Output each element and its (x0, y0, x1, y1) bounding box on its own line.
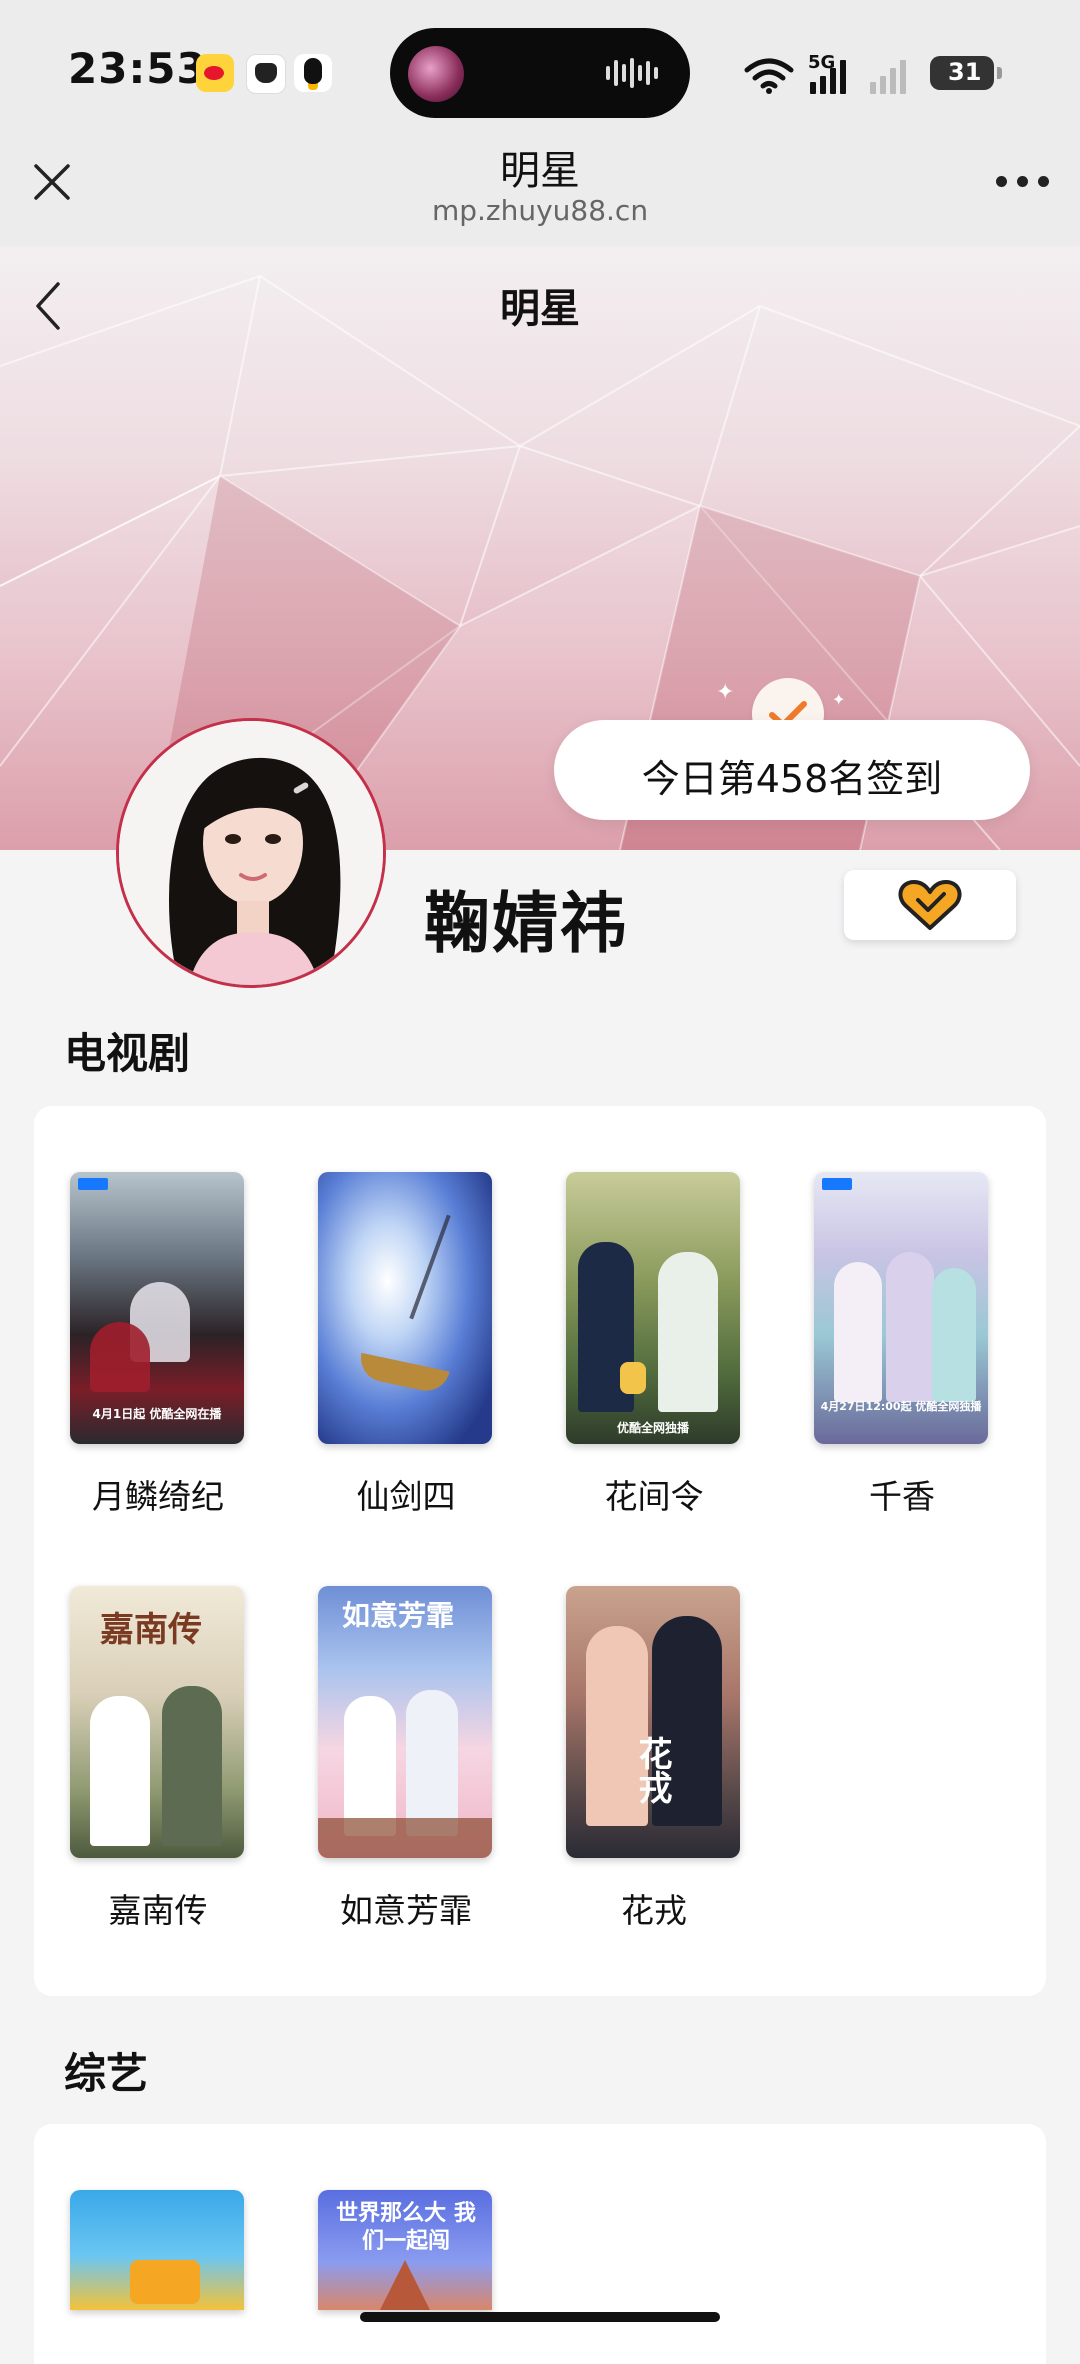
tv-item-title: 仙剑四 (356, 1477, 456, 1516)
more-options-icon[interactable] (996, 176, 1050, 190)
qq-notification-icon (294, 54, 332, 92)
figure-art (834, 1262, 882, 1402)
variety-card: 世界那么大 我们一起闯 (34, 2124, 1046, 2364)
poster-art-text: 花戎 (632, 1736, 672, 1804)
now-playing-artwork (408, 46, 464, 102)
poster-caption: 4月1日起 优酷全网在播 (92, 1407, 222, 1421)
poster-jianan: 嘉南传 (70, 1586, 244, 1858)
checkin-button[interactable]: 今日第458名签到 (554, 720, 1030, 820)
figure-art (90, 1696, 150, 1846)
logo-art (130, 2260, 200, 2304)
platform-badge (822, 1178, 852, 1190)
tv-item-title: 花间令 (604, 1477, 704, 1516)
tv-item-title: 千香 (869, 1477, 935, 1516)
figure-art (886, 1252, 934, 1402)
figure-art (932, 1268, 976, 1402)
poster-xianjian4 (318, 1172, 492, 1444)
figure-art (162, 1686, 222, 1846)
figure-art (406, 1690, 458, 1836)
battery-icon: 31 (930, 56, 1002, 90)
platform-badge (78, 1178, 108, 1190)
status-bar: 23:53 5G 31 (0, 0, 1080, 130)
sparkle-icon: ✦ (832, 690, 846, 709)
calligraphy-art (409, 1214, 451, 1320)
tv-item-huarong[interactable]: 花戎 花戎 (566, 1586, 742, 1932)
tv-item-ruyi[interactable]: 如意芳霏 如意芳霏 (318, 1586, 494, 1932)
tv-item-jianan[interactable]: 嘉南传 嘉南传 (70, 1586, 246, 1932)
home-indicator[interactable] (360, 2312, 720, 2322)
poster-yuelin: 4月1日起 优酷全网在播 (70, 1172, 244, 1444)
tv-item-title: 花戎 (621, 1891, 687, 1930)
cellular-signal-icon (810, 58, 860, 94)
figure-art (90, 1322, 150, 1392)
poster-art-text: 世界那么大 我们一起闯 (336, 2201, 476, 2254)
star-name: 鞠婧祎 (424, 885, 628, 962)
weibo-notification-icon (196, 54, 234, 92)
tv-item-yuelin[interactable]: 4月1日起 优酷全网在播 月鳞绮纪 (70, 1172, 246, 1518)
poster-qianxiang: 4月27日12:00起 优酷全网独播 (814, 1172, 988, 1444)
sparkle-icon: ✦ (716, 680, 735, 705)
figure-art (344, 1696, 396, 1836)
variety-poster (70, 2190, 244, 2310)
figure-art (658, 1252, 718, 1412)
poster-ruyi: 如意芳霏 (318, 1586, 492, 1858)
poster-caption: 4月27日12:00起 优酷全网独播 (820, 1400, 982, 1413)
tv-item-title: 如意芳霏 (340, 1891, 472, 1930)
tv-item-qianxiang[interactable]: 4月27日12:00起 优酷全网独播 千香 (814, 1172, 990, 1518)
miniprogram-url: mp.zhuyu88.cn (431, 194, 649, 227)
star-avatar[interactable] (116, 718, 386, 988)
dynamic-island[interactable] (390, 28, 690, 118)
battery-level: 31 (948, 58, 982, 86)
variety-item[interactable] (70, 2190, 246, 2310)
tv-section-title: 电视剧 (64, 1029, 191, 1078)
miniprogram-header: 明星 mp.zhuyu88.cn (0, 130, 1080, 246)
tv-card: 4月1日起 优酷全网在播 月鳞绮纪 仙剑四 优酷全网独播 花间令 4月27日12… (34, 1106, 1046, 1996)
secondary-sim-signal-icon (870, 58, 920, 94)
wifi-icon (744, 58, 794, 94)
poster-caption: 优酷全网独播 (616, 1421, 689, 1435)
heart-icon (898, 880, 962, 930)
tv-item-xianjian4[interactable]: 仙剑四 (318, 1172, 494, 1518)
variety-poster: 世界那么大 我们一起闯 (318, 2190, 492, 2310)
poster-huarong: 花戎 (566, 1586, 740, 1858)
tv-item-title: 嘉南传 (108, 1891, 208, 1930)
status-time: 23:53 (68, 44, 207, 93)
audio-waveform-icon (606, 58, 662, 88)
checkin-label: 今日第458名签到 (641, 757, 943, 801)
miniprogram-title: 明星 (500, 148, 580, 194)
poster-art-text: 嘉南传 (100, 1610, 202, 1650)
pagoda-art (380, 2260, 430, 2310)
railing-art (318, 1818, 492, 1858)
avatar-photo (119, 721, 383, 985)
tv-item-title: 月鳞绮纪 (92, 1477, 224, 1516)
variety-section-title: 综艺 (64, 2049, 149, 2098)
page-title: 明星 (500, 286, 580, 332)
follow-heart-button[interactable] (844, 870, 1016, 940)
tv-item-huajianling[interactable]: 优酷全网独播 花间令 (566, 1172, 742, 1518)
variety-item[interactable]: 世界那么大 我们一起闯 (318, 2190, 494, 2310)
poster-art-text: 如意芳霏 (342, 1599, 455, 1632)
boat-art (356, 1352, 450, 1396)
cat-app-notification-icon (246, 54, 286, 94)
lantern-art (620, 1362, 646, 1394)
poster-huajianling: 优酷全网独播 (566, 1172, 740, 1444)
